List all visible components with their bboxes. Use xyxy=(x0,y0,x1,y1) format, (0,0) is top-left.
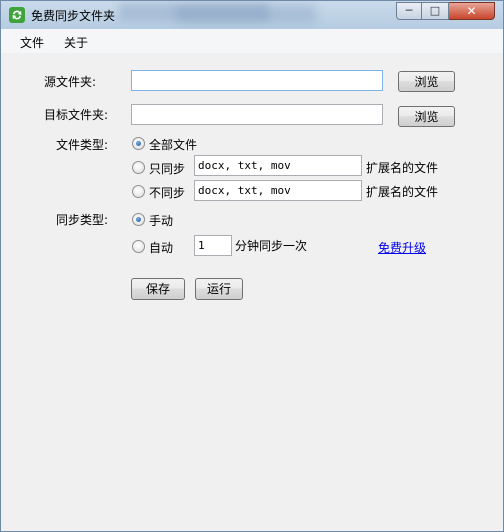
filetype-except-radio[interactable] xyxy=(132,185,145,198)
menu-file[interactable]: 文件 xyxy=(20,34,44,51)
app-window: 免费同步文件夹 ─ □ ✕ 文件 关于 源文件夹: 浏览 目标文件夹: 浏览 文… xyxy=(0,0,504,532)
filetype-all-label[interactable]: 全部文件 xyxy=(149,136,197,153)
sync-manual-label[interactable]: 手动 xyxy=(149,212,173,229)
save-button[interactable]: 保存 xyxy=(131,278,185,300)
sync-auto-label[interactable]: 自动 xyxy=(149,239,173,256)
menu-about[interactable]: 关于 xyxy=(64,34,88,51)
close-icon: ✕ xyxy=(466,4,477,18)
sync-interval-suffix: 分钟同步一次 xyxy=(235,239,308,253)
maximize-icon: □ xyxy=(429,4,441,17)
radio-selected-dot xyxy=(136,217,141,222)
file-type-label: 文件类型: xyxy=(56,138,109,152)
blurred-background-area xyxy=(176,5,316,23)
window-title: 免费同步文件夹 xyxy=(31,9,116,23)
except-extensions-input[interactable]: docx, txt, mov xyxy=(194,180,362,201)
minimize-icon: ─ xyxy=(405,4,413,17)
filetype-only-label[interactable]: 只同步 xyxy=(149,160,185,177)
filetype-only-radio[interactable] xyxy=(132,161,145,174)
only-extensions-suffix: 扩展名的文件 xyxy=(366,161,439,175)
maximize-button[interactable]: □ xyxy=(422,2,449,20)
sync-auto-radio[interactable] xyxy=(132,240,145,253)
close-button[interactable]: ✕ xyxy=(449,2,495,20)
target-folder-label: 目标文件夹: xyxy=(44,108,109,122)
sync-arrows-icon xyxy=(9,7,25,23)
sync-interval-input[interactable]: 1 xyxy=(194,235,232,256)
source-folder-label: 源文件夹: xyxy=(44,75,97,89)
target-folder-input[interactable] xyxy=(131,104,383,125)
main-panel: 源文件夹: 浏览 目标文件夹: 浏览 文件类型: 全部文件 只同步 docx, … xyxy=(1,53,503,531)
menu-bar: 文件 关于 xyxy=(1,29,503,53)
run-button[interactable]: 运行 xyxy=(195,278,243,300)
title-bar[interactable]: 免费同步文件夹 ─ □ ✕ xyxy=(1,1,503,29)
source-folder-input[interactable] xyxy=(131,70,383,91)
sync-manual-radio[interactable] xyxy=(132,213,145,226)
only-extensions-input[interactable]: docx, txt, mov xyxy=(194,155,362,176)
source-browse-button[interactable]: 浏览 xyxy=(398,71,455,92)
sync-type-label: 同步类型: xyxy=(56,213,109,227)
free-upgrade-link[interactable]: 免费升级 xyxy=(378,239,426,256)
minimize-button[interactable]: ─ xyxy=(396,2,422,20)
except-extensions-suffix: 扩展名的文件 xyxy=(366,185,439,199)
radio-selected-dot xyxy=(136,141,141,146)
filetype-all-radio[interactable] xyxy=(132,137,145,150)
filetype-except-label[interactable]: 不同步 xyxy=(149,184,185,201)
target-browse-button[interactable]: 浏览 xyxy=(398,106,455,127)
